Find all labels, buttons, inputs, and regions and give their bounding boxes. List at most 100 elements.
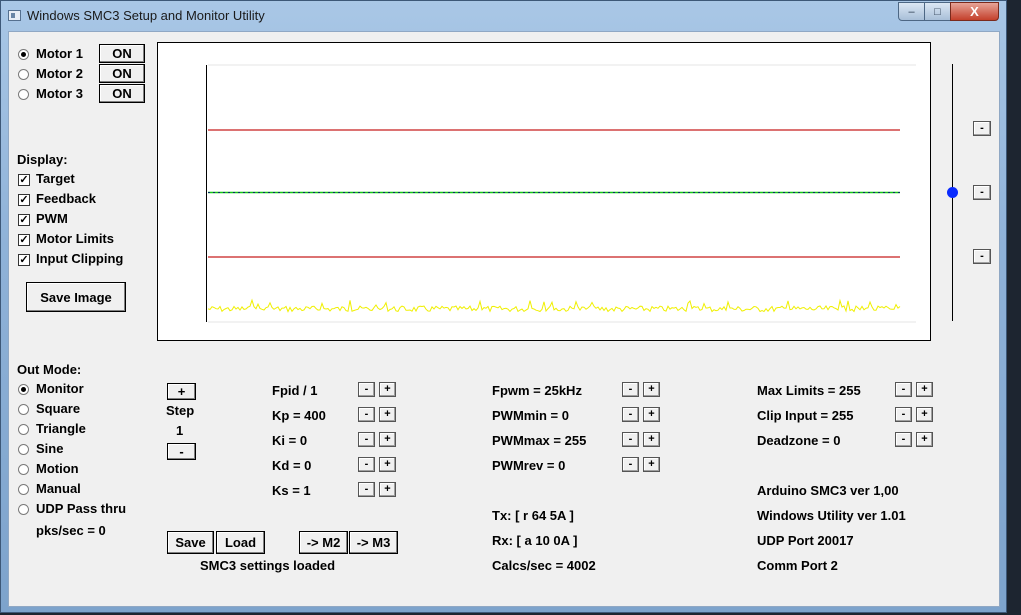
copy-to-m3-button[interactable]: -> M3 [349,531,398,554]
kd-minus-button[interactable]: - [358,457,375,472]
motor-2-radio[interactable] [18,69,29,80]
feedback-checkbox[interactable]: ✓ [18,194,30,206]
pwm-label[interactable]: PWM [36,211,68,226]
input-clipping-label[interactable]: Input Clipping [36,251,123,266]
slider-upper-button[interactable]: - [973,121,991,136]
display-heading: Display: [17,152,68,167]
fpwm-label: Fpwm = 25kHz [492,383,582,398]
load-button[interactable]: Load [216,531,265,554]
pwmmax-minus-button[interactable]: - [622,432,639,447]
main-window: Windows SMC3 Setup and Monitor Utility –… [0,0,1007,613]
status-message: SMC3 settings loaded [200,558,336,573]
close-button[interactable]: X [950,2,999,21]
slider-center-button[interactable]: - [973,185,991,200]
utility-version: Windows Utility ver 1.01 [757,508,906,523]
ks-label: Ks = 1 [272,483,311,498]
mode-manual-radio[interactable] [18,484,29,495]
tx-readout: Tx: [ r 64 5A ] [492,508,574,523]
motor-3-on-button[interactable]: ON [99,84,145,103]
mode-monitor-radio[interactable] [18,384,29,395]
mode-motion-radio[interactable] [18,464,29,475]
max-limits-minus-button[interactable]: - [895,382,912,397]
rx-readout: Rx: [ a 10 0A ] [492,533,578,548]
target-checkbox[interactable]: ✓ [18,174,30,186]
pwmmax-plus-button[interactable]: + [643,432,660,447]
motor-1-label[interactable]: Motor 1 [36,46,83,61]
client-area: Motor 1 ON Motor 2 ON Motor 3 ON Display… [8,31,1000,607]
pwmmin-plus-button[interactable]: + [643,407,660,422]
max-limits-plus-button[interactable]: + [916,382,933,397]
app-icon[interactable] [8,10,21,21]
motor-3-label[interactable]: Motor 3 [36,86,83,101]
maximize-button[interactable]: □ [924,2,951,21]
arduino-version: Arduino SMC3 ver 1,00 [757,483,899,498]
motor-2-on-button[interactable]: ON [99,64,145,83]
save-button[interactable]: Save [167,531,214,554]
mode-triangle-radio[interactable] [18,424,29,435]
pwmrev-minus-button[interactable]: - [622,457,639,472]
deadzone-minus-button[interactable]: - [895,432,912,447]
mode-monitor-label[interactable]: Monitor [36,381,84,396]
udp-port: UDP Port 20017 [757,533,854,548]
input-clipping-checkbox[interactable]: ✓ [18,254,30,266]
window-title: Windows SMC3 Setup and Monitor Utility [27,8,265,23]
minimize-button[interactable]: – [898,2,925,21]
step-minus-button[interactable]: - [167,443,196,460]
mode-motion-label[interactable]: Motion [36,461,79,476]
ki-minus-button[interactable]: - [358,432,375,447]
kd-label: Kd = 0 [272,458,312,473]
clip-input-minus-button[interactable]: - [895,407,912,422]
mode-sine-label[interactable]: Sine [36,441,63,456]
motor-3-radio[interactable] [18,89,29,100]
pwmmax-label: PWMmax = 255 [492,433,587,448]
motor-limits-checkbox[interactable]: ✓ [18,234,30,246]
mode-manual-label[interactable]: Manual [36,481,81,496]
target-label[interactable]: Target [36,171,75,186]
monitor-chart-svg [206,64,916,323]
step-plus-button[interactable]: + [167,383,196,400]
title-bar[interactable]: Windows SMC3 Setup and Monitor Utility –… [1,1,1006,31]
motor-1-radio[interactable] [18,49,29,60]
mode-sine-radio[interactable] [18,444,29,455]
slider-thumb[interactable] [947,187,958,198]
pwm-checkbox[interactable]: ✓ [18,214,30,226]
deadzone-label: Deadzone = 0 [757,433,841,448]
save-image-button[interactable]: Save Image [26,282,126,312]
ki-plus-button[interactable]: + [379,432,396,447]
ks-plus-button[interactable]: + [379,482,396,497]
pks-per-sec: pks/sec = 0 [36,523,106,538]
kd-plus-button[interactable]: + [379,457,396,472]
pwmrev-label: PWMrev = 0 [492,458,566,473]
clip-input-plus-button[interactable]: + [916,407,933,422]
clip-input-label: Clip Input = 255 [757,408,854,423]
deadzone-plus-button[interactable]: + [916,432,933,447]
comm-port: Comm Port 2 [757,558,838,573]
pwmmin-minus-button[interactable]: - [622,407,639,422]
mode-square-radio[interactable] [18,404,29,415]
fpid-plus-button[interactable]: + [379,382,396,397]
pwmmin-label: PWMmin = 0 [492,408,569,423]
mode-udp-label[interactable]: UDP Pass thru [36,501,126,516]
motor-1-on-button[interactable]: ON [99,44,145,63]
slider-lower-button[interactable]: - [973,249,991,264]
pwm-trace [207,298,901,313]
mode-triangle-label[interactable]: Triangle [36,421,86,436]
pwmrev-plus-button[interactable]: + [643,457,660,472]
mode-udp-radio[interactable] [18,504,29,515]
copy-to-m2-button[interactable]: -> M2 [299,531,348,554]
motor-limits-label[interactable]: Motor Limits [36,231,114,246]
fpwm-minus-button[interactable]: - [622,382,639,397]
fpid-minus-button[interactable]: - [358,382,375,397]
step-label: Step [166,403,195,418]
step-value: 1 [176,423,184,438]
kp-plus-button[interactable]: + [379,407,396,422]
feedback-label[interactable]: Feedback [36,191,96,206]
out-mode-heading: Out Mode: [17,362,82,377]
mode-square-label[interactable]: Square [36,401,80,416]
max-limits-label: Max Limits = 255 [757,383,861,398]
kp-minus-button[interactable]: - [358,407,375,422]
fpid-label: Fpid / 1 [272,383,318,398]
ks-minus-button[interactable]: - [358,482,375,497]
motor-2-label[interactable]: Motor 2 [36,66,83,81]
fpwm-plus-button[interactable]: + [643,382,660,397]
